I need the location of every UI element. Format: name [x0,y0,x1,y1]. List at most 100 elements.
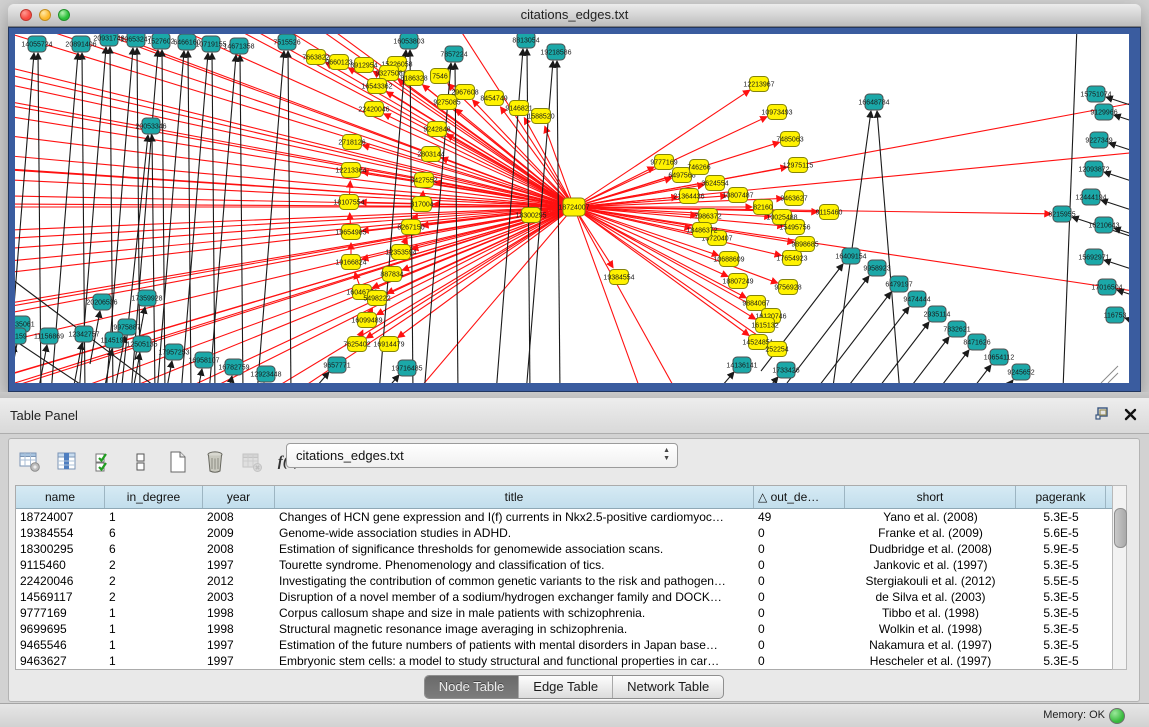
delete-table-icon[interactable] [239,449,265,475]
graph-node[interactable]: 15692971 [1078,249,1109,265]
column-header-title[interactable]: title [275,486,754,508]
graph-node[interactable]: 10654112 [984,349,1015,365]
create-column-icon[interactable] [165,449,191,475]
table-selector-dropdown[interactable]: citations_edges.txt ▲▼ [286,443,678,468]
graph-node[interactable]: 7485063 [776,132,803,147]
graph-node[interactable]: 8454749 [480,91,507,106]
graph-node[interactable]: 9245652 [1007,364,1034,380]
graph-node[interactable]: 2935114 [924,306,951,322]
table-row[interactable]: 2242004622012Investigating the contribut… [16,573,1121,589]
graph-node[interactable]: 887834 [380,267,403,282]
table-row[interactable]: 969969511998Structural magnetic resonanc… [16,621,1121,637]
graph-node[interactable]: 9474444 [903,291,930,307]
graph-node[interactable]: 1615132 [751,318,778,333]
network-canvas[interactable]: 1872400718300295193845549777169649756874… [15,34,1129,383]
column-header-pagerank[interactable]: pagerank [1016,486,1106,508]
graph-node[interactable]: 17359928 [131,290,162,306]
table-row[interactable]: 1872400712008Changes of HCN gene express… [16,509,1121,525]
graph-node[interactable]: 2967608 [451,85,478,100]
graph-node[interactable]: 2803144 [417,147,444,162]
table-mode-icon[interactable] [17,449,43,475]
graph-node[interactable]: 8186328 [400,71,427,86]
graph-node[interactable]: 19716485 [391,360,422,376]
graph-node[interactable]: 9463627 [780,191,807,206]
graph-node[interactable]: 11156869 [34,328,64,344]
row-height-icon[interactable] [128,449,154,475]
graph-node[interactable]: 82160 [753,200,773,215]
graph-node[interactable]: 16053803 [393,34,424,49]
table-row[interactable]: 1938455462009Genome-wide association stu… [16,525,1121,541]
graph-node[interactable]: 12444194 [1075,189,1106,205]
graph-node[interactable]: 9777169 [650,155,677,170]
column-header-in_degree[interactable]: in_degree [105,486,203,508]
graph-node[interactable]: 9756928 [774,280,801,295]
close-panel-icon[interactable] [1124,408,1137,426]
table-vertical-scrollbar[interactable] [1112,485,1127,670]
graph-node[interactable]: 12923448 [250,366,281,382]
table-row[interactable]: 946554611997Estimation of the future num… [16,637,1121,653]
graph-node[interactable]: 7986372 [694,209,721,224]
graph-node[interactable]: 7625402 [343,337,370,352]
table-row[interactable]: 977716911998Corpus callosum shape and si… [16,605,1121,621]
graph-node[interactable]: 12975115 [783,158,814,173]
delete-column-icon[interactable] [202,449,228,475]
graph-node[interactable]: 9898685 [791,237,818,252]
memory-status-led[interactable] [1109,708,1125,724]
graph-node[interactable]: 8912954 [350,58,377,73]
graph-node[interactable]: 14671358 [223,38,254,54]
table-row[interactable]: 911546021997Tourette syndrome. Phenomeno… [16,557,1121,573]
graph-node[interactable]: 16648784 [858,94,889,110]
graph-node[interactable]: 17016504 [1091,279,1122,295]
graph-node[interactable]: 8215955 [1048,206,1075,222]
graph-node[interactable]: 7546 [431,69,450,84]
show-columns-icon[interactable] [54,449,80,475]
graph-node[interactable]: 1588520 [527,109,554,124]
graph-node[interactable]: 9958923 [863,260,890,276]
graph-node[interactable]: 16914479 [373,337,404,352]
citation-network-graph[interactable]: 1872400718300295193845549777169649756874… [15,34,1129,383]
column-header-short[interactable]: short [845,486,1016,508]
table-row[interactable]: 1830029562008Estimation of significance … [16,541,1121,557]
graph-node[interactable]: 317004 [410,197,433,212]
graph-node[interactable]: 39159 [15,328,27,344]
graph-node[interactable]: 7857224 [440,46,467,62]
graph-node[interactable]: 20053346 [135,118,166,134]
graph-node[interactable]: 8471626 [963,334,990,350]
table-row[interactable]: 1456911722003Disruption of a novel membe… [16,589,1121,605]
graph-node[interactable]: 5498222 [363,291,390,306]
graph-node[interactable]: 2718126 [338,135,365,150]
graph-node[interactable]: 6479197 [885,276,912,292]
tab-node-table[interactable]: Node Table [425,676,520,698]
column-header-year[interactable]: year [203,486,275,508]
float-panel-icon[interactable] [1095,407,1110,426]
tab-network-table[interactable]: Network Table [613,676,723,698]
select-columns-icon[interactable] [91,449,117,475]
graph-node[interactable]: 19218586 [540,44,571,60]
column-header-out_de[interactable]: △ out_de… [754,486,845,508]
column-header-name[interactable]: name [16,486,105,508]
graph-node[interactable]: 7515526 [273,34,300,50]
graph-node[interactable]: 10688609 [713,252,744,267]
graph-node[interactable]: 8813054 [512,34,539,48]
graph-node[interactable]: 15751074 [1080,86,1111,102]
graph-node[interactable]: 9227349 [1085,132,1112,148]
table-row[interactable]: 946362711997Embryonic stem cells: a mode… [16,653,1121,669]
graph-node[interactable]: 252254 [765,342,788,357]
scrollbar-thumb[interactable] [1114,508,1127,548]
graph-node[interactable]: 19384554 [603,270,634,285]
graph-node[interactable]: 17654923 [776,251,807,266]
tab-edge-table[interactable]: Edge Table [519,676,613,698]
graph-node[interactable]: 1733426 [772,362,799,378]
graph-node[interactable]: 18724007 [558,198,589,216]
window-titlebar[interactable]: citations_edges.txt [8,4,1141,27]
graph-node[interactable]: 9660123 [325,55,352,70]
graph-node[interactable]: 12213967 [743,77,774,92]
graph-node[interactable]: 9242848 [423,122,450,137]
graph-node[interactable]: 8267150 [397,220,424,235]
graph-node[interactable]: 9115460 [816,205,843,220]
graph-node[interactable]: 14136141 [726,357,757,373]
graph-node[interactable]: 116753 [1104,307,1127,323]
graph-node[interactable]: 12093872 [1078,161,1109,177]
graph-node[interactable]: 3624554 [701,176,728,191]
graph-node[interactable]: 7832621 [943,321,970,337]
